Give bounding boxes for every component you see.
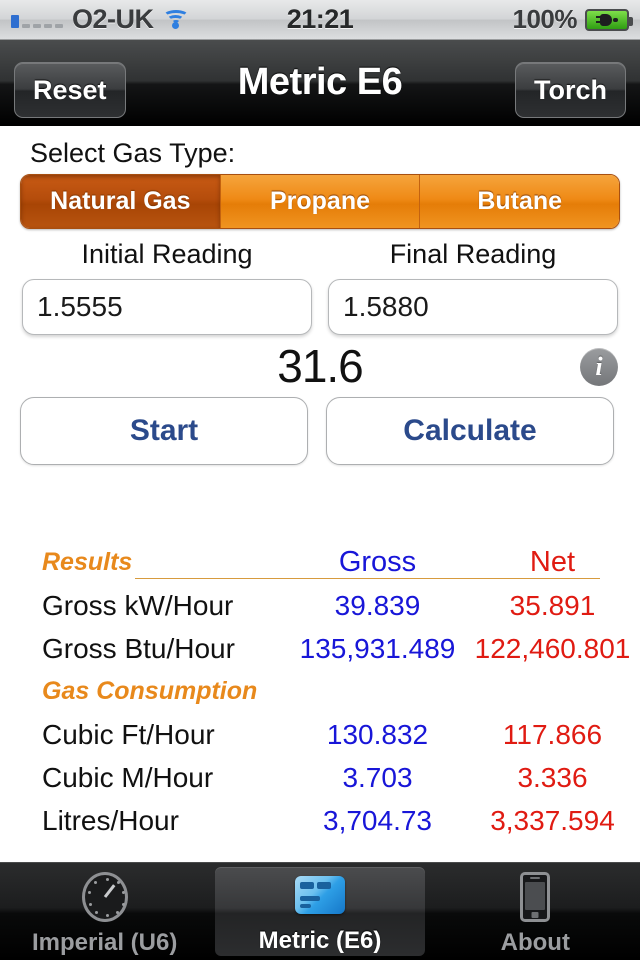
app-root: O2-UK 21:21 100% Reset Metric E6 Torch S… xyxy=(0,0,640,960)
torch-button[interactable]: Torch xyxy=(515,62,626,118)
tab-label: Metric (E6) xyxy=(258,926,382,954)
tab-label: Imperial (U6) xyxy=(31,928,178,956)
tab-about[interactable]: About xyxy=(431,867,640,960)
table-row: Litres/Hour 3,704.73 3,337.594 xyxy=(0,799,640,842)
battery-icon xyxy=(585,8,633,31)
status-bar-clock: 21:21 xyxy=(286,4,354,34)
phone-icon xyxy=(509,871,561,923)
signal-strength-icon xyxy=(11,12,63,28)
results-title: Results xyxy=(0,541,600,584)
row-label: Litres/Hour xyxy=(42,804,179,836)
row-gross-value: 3.703 xyxy=(342,761,413,793)
carrier-label: O2-UK xyxy=(72,4,154,34)
table-row: Cubic M/Hour 3.703 3.336 xyxy=(0,756,640,799)
row-net-value: 35.891 xyxy=(509,589,596,621)
wifi-icon xyxy=(162,10,189,29)
gas-type-label: Select Gas Type: xyxy=(30,138,236,168)
info-icon[interactable]: i xyxy=(580,348,618,386)
row-net-value: 117.866 xyxy=(502,718,603,750)
tab-metric-e6[interactable]: Metric (E6) xyxy=(215,867,425,956)
row-net-value: 122,460.801 xyxy=(474,632,631,664)
table-row: Gross kW/Hour 39.839 35.891 xyxy=(0,584,640,627)
segment-butane[interactable]: Butane xyxy=(420,175,619,228)
row-gross-value: 3,704.73 xyxy=(323,804,432,836)
status-bar-left: O2-UK xyxy=(0,4,215,35)
reset-button[interactable]: Reset xyxy=(14,62,126,118)
row-label: Cubic Ft/Hour xyxy=(42,718,215,750)
segment-propane[interactable]: Propane xyxy=(220,175,421,228)
tab-bar: Imperial (U6) Metric (E6) About xyxy=(0,862,640,960)
battery-percent-label: 100% xyxy=(512,4,578,34)
page-title: Metric E6 xyxy=(237,61,403,103)
final-reading-label: Final Reading xyxy=(389,239,557,269)
status-bar: O2-UK 21:21 100% xyxy=(0,0,640,40)
gauge-icon xyxy=(79,871,131,923)
navigation-bar: Reset Metric E6 Torch xyxy=(0,40,640,126)
charging-plug-icon xyxy=(596,13,618,26)
start-button[interactable]: Start xyxy=(20,397,308,465)
row-gross-value: 135,931.489 xyxy=(299,632,456,664)
initial-reading-input[interactable]: 1.5555 xyxy=(22,279,312,335)
gas-type-segmented-control[interactable]: Natural Gas Propane Butane xyxy=(20,174,620,229)
results-title-text: Results xyxy=(42,548,133,576)
row-net-value: 3,337.594 xyxy=(490,804,615,836)
row-gross-value: 130.832 xyxy=(326,718,429,750)
timer-display: 31.6 xyxy=(277,340,364,392)
table-row: Gross Btu/Hour 135,931.489 122,460.801 xyxy=(0,627,640,670)
row-net-value: 3.336 xyxy=(517,761,588,793)
table-row: Cubic Ft/Hour 130.832 117.866 xyxy=(0,713,640,756)
row-label: Cubic M/Hour xyxy=(42,761,214,793)
segment-natural-gas[interactable]: Natural Gas xyxy=(21,175,221,228)
main-content: Select Gas Type: Natural Gas Propane But… xyxy=(0,126,640,862)
calculate-button[interactable]: Calculate xyxy=(326,397,614,465)
row-label: Gross kW/Hour xyxy=(42,589,234,621)
results-header-row: Results Gross Net xyxy=(0,541,640,584)
results-table: Results Gross Net Gross kW/Hour 39.839 3… xyxy=(0,541,640,842)
gas-consumption-title: Gas Consumption xyxy=(42,677,258,705)
card-icon xyxy=(294,869,346,921)
status-bar-right: 100% xyxy=(425,4,640,35)
initial-reading-label: Initial Reading xyxy=(81,239,253,269)
row-gross-value: 39.839 xyxy=(334,589,421,621)
final-reading-input[interactable]: 1.5880 xyxy=(328,279,618,335)
tab-imperial-u6[interactable]: Imperial (U6) xyxy=(0,867,209,960)
row-label: Gross Btu/Hour xyxy=(42,632,235,664)
gas-consumption-header-row: Gas Consumption xyxy=(0,670,640,713)
tab-label: About xyxy=(500,928,570,956)
